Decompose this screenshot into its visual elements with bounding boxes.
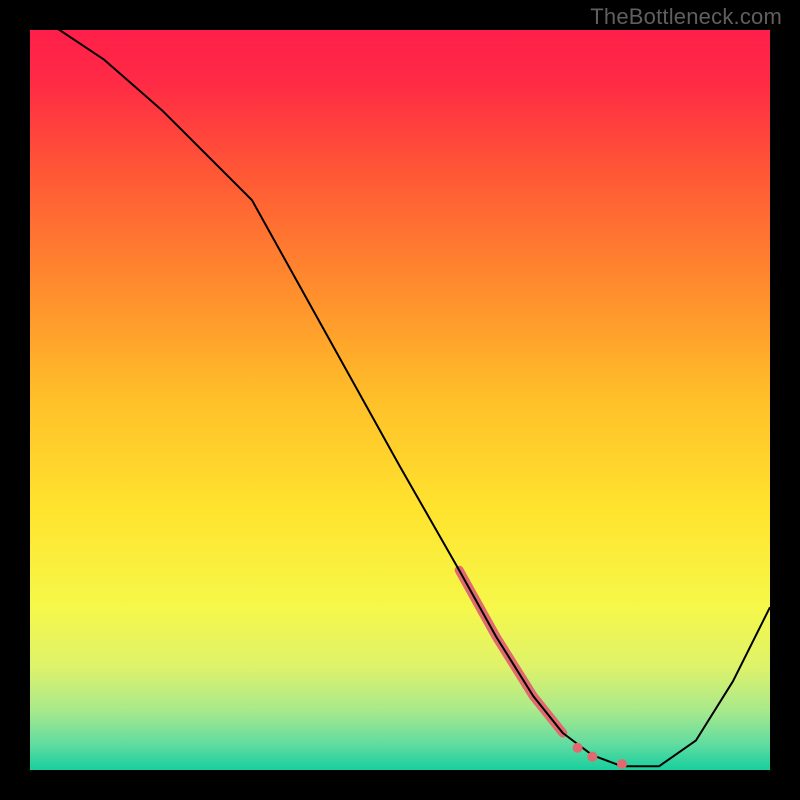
highlight-dot xyxy=(587,752,597,762)
highlight-dot xyxy=(573,743,583,753)
chart-svg xyxy=(30,30,770,770)
gradient-background xyxy=(30,30,770,770)
highlight-dot xyxy=(617,759,627,769)
chart-frame: TheBottleneck.com xyxy=(0,0,800,800)
plot-area xyxy=(30,30,770,770)
watermark-text: TheBottleneck.com xyxy=(590,4,782,30)
